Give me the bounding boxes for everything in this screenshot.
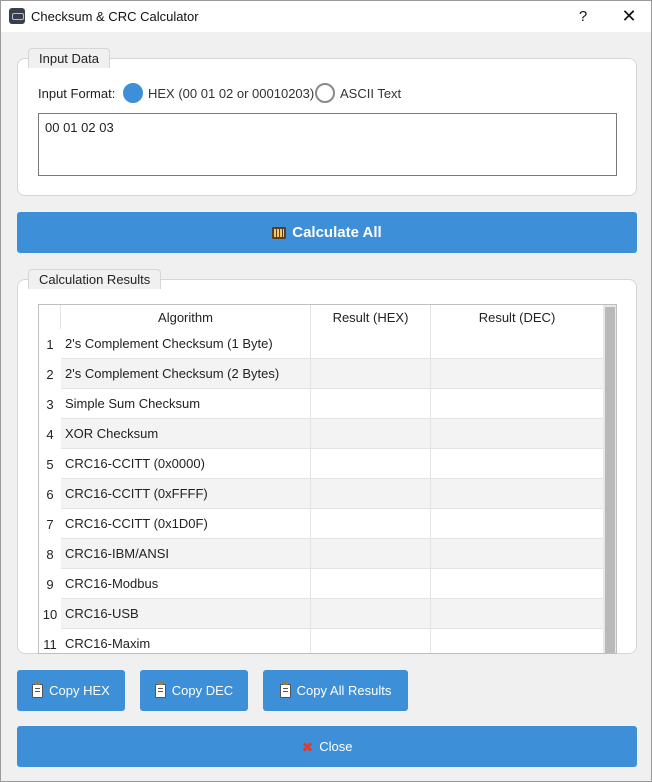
column-header-result-hex[interactable]: Result (HEX) — [311, 305, 431, 329]
window-title: Checksum & CRC Calculator — [31, 9, 199, 24]
close-label: Close — [319, 739, 353, 754]
algorithm-cell[interactable]: CRC16-USB — [61, 599, 311, 629]
result-hex-cell[interactable] — [311, 539, 431, 569]
result-dec-cell[interactable] — [431, 479, 603, 509]
algorithm-cell[interactable]: XOR Checksum — [61, 419, 311, 449]
results-group-title: Calculation Results — [28, 269, 162, 289]
algorithm-cell[interactable]: CRC16-CCITT (0x0000) — [61, 449, 311, 479]
row-number: 8 — [39, 539, 61, 569]
result-hex-cell[interactable] — [311, 359, 431, 389]
input-data-group: Input Data Input Format: HEX (00 01 02 o… — [17, 48, 637, 196]
table-row[interactable]: 6 CRC16-CCITT (0xFFFF) — [39, 479, 603, 509]
table-row[interactable]: 1 2's Complement Checksum (1 Byte) — [39, 329, 603, 359]
algorithm-cell[interactable]: 2's Complement Checksum (2 Bytes) — [61, 359, 311, 389]
result-hex-cell[interactable] — [311, 389, 431, 419]
table-row[interactable]: 4 XOR Checksum — [39, 419, 603, 449]
result-hex-cell[interactable] — [311, 449, 431, 479]
row-number: 5 — [39, 449, 61, 479]
result-dec-cell[interactable] — [431, 509, 603, 539]
input-format-label: Input Format: — [38, 86, 116, 101]
table-row[interactable]: 11 CRC16-Maxim — [39, 629, 603, 653]
algorithm-cell[interactable]: CRC16-Maxim — [61, 629, 311, 653]
result-hex-cell[interactable] — [311, 599, 431, 629]
scrollbar-thumb[interactable] — [605, 307, 615, 653]
row-number: 6 — [39, 479, 61, 509]
result-dec-cell[interactable] — [431, 599, 603, 629]
close-x-icon: ✖ — [301, 738, 314, 755]
row-number: 10 — [39, 599, 61, 629]
window-close-button[interactable]: ✕ — [607, 1, 651, 32]
clipboard-icon — [279, 681, 291, 698]
row-number: 1 — [39, 329, 61, 359]
table-corner — [39, 305, 61, 329]
row-number: 2 — [39, 359, 61, 389]
result-hex-cell[interactable] — [311, 569, 431, 599]
result-dec-cell[interactable] — [431, 389, 603, 419]
table-row[interactable]: 3 Simple Sum Checksum — [39, 389, 603, 419]
result-hex-cell[interactable] — [311, 509, 431, 539]
hex-radio[interactable] — [123, 83, 143, 103]
table-row[interactable]: 5 CRC16-CCITT (0x0000) — [39, 449, 603, 479]
copy-hex-button[interactable]: Copy HEX — [17, 670, 125, 711]
close-button[interactable]: ✖ Close — [17, 726, 637, 767]
result-dec-cell[interactable] — [431, 449, 603, 479]
copy-dec-button[interactable]: Copy DEC — [140, 670, 248, 711]
input-data-textarea[interactable]: 00 01 02 03 — [38, 113, 617, 176]
result-dec-cell[interactable] — [431, 629, 603, 653]
result-hex-cell[interactable] — [311, 329, 431, 359]
copy-hex-label: Copy HEX — [49, 683, 110, 698]
result-hex-cell[interactable] — [311, 419, 431, 449]
result-hex-cell[interactable] — [311, 479, 431, 509]
table-row[interactable]: 9 CRC16-Modbus — [39, 569, 603, 599]
calculate-all-label: Calculate All — [292, 224, 382, 241]
results-table[interactable]: Algorithm Result (HEX) Result (DEC) 1 2's… — [38, 304, 617, 654]
input-group-title: Input Data — [28, 48, 110, 68]
algorithm-cell[interactable]: CRC16-IBM/ANSI — [61, 539, 311, 569]
result-dec-cell[interactable] — [431, 419, 603, 449]
column-header-algorithm[interactable]: Algorithm — [61, 305, 311, 329]
column-header-result-dec[interactable]: Result (DEC) — [431, 305, 603, 329]
algorithm-cell[interactable]: Simple Sum Checksum — [61, 389, 311, 419]
result-dec-cell[interactable] — [431, 329, 603, 359]
row-number: 3 — [39, 389, 61, 419]
copy-dec-label: Copy DEC — [171, 683, 234, 698]
result-dec-cell[interactable] — [431, 359, 603, 389]
table-row[interactable]: 7 CRC16-CCITT (0x1D0F) — [39, 509, 603, 539]
calculation-results-group: Calculation Results Algorithm Result (HE… — [17, 269, 637, 654]
row-number: 11 — [39, 629, 61, 653]
algorithm-cell[interactable]: CRC16-CCITT (0xFFFF) — [61, 479, 311, 509]
table-row[interactable]: 10 CRC16-USB — [39, 599, 603, 629]
algorithm-cell[interactable]: CRC16-CCITT (0x1D0F) — [61, 509, 311, 539]
title-bar: Checksum & CRC Calculator ? ✕ — [1, 1, 651, 32]
row-number: 7 — [39, 509, 61, 539]
clipboard-icon — [154, 681, 166, 698]
ascii-radio[interactable] — [315, 83, 335, 103]
result-dec-cell[interactable] — [431, 539, 603, 569]
calculator-icon — [272, 226, 287, 239]
result-dec-cell[interactable] — [431, 569, 603, 599]
row-number: 9 — [39, 569, 61, 599]
clipboard-icon — [32, 681, 44, 698]
calculate-all-button[interactable]: Calculate All — [17, 212, 637, 253]
table-row[interactable]: 2 2's Complement Checksum (2 Bytes) — [39, 359, 603, 389]
table-scrollbar[interactable] — [603, 305, 616, 653]
row-number: 4 — [39, 419, 61, 449]
ascii-radio-label[interactable]: ASCII Text — [340, 86, 401, 101]
table-row[interactable]: 8 CRC16-IBM/ANSI — [39, 539, 603, 569]
copy-all-results-button[interactable]: Copy All Results — [263, 670, 408, 711]
copy-all-label: Copy All Results — [296, 683, 392, 698]
algorithm-cell[interactable]: CRC16-Modbus — [61, 569, 311, 599]
help-button[interactable]: ? — [561, 1, 605, 32]
calculator-window: Checksum & CRC Calculator ? ✕ Input Data… — [0, 0, 652, 782]
algorithm-cell[interactable]: 2's Complement Checksum (1 Byte) — [61, 329, 311, 359]
app-icon — [9, 8, 25, 24]
result-hex-cell[interactable] — [311, 629, 431, 653]
hex-radio-label[interactable]: HEX (00 01 02 or 00010203) — [148, 86, 314, 101]
